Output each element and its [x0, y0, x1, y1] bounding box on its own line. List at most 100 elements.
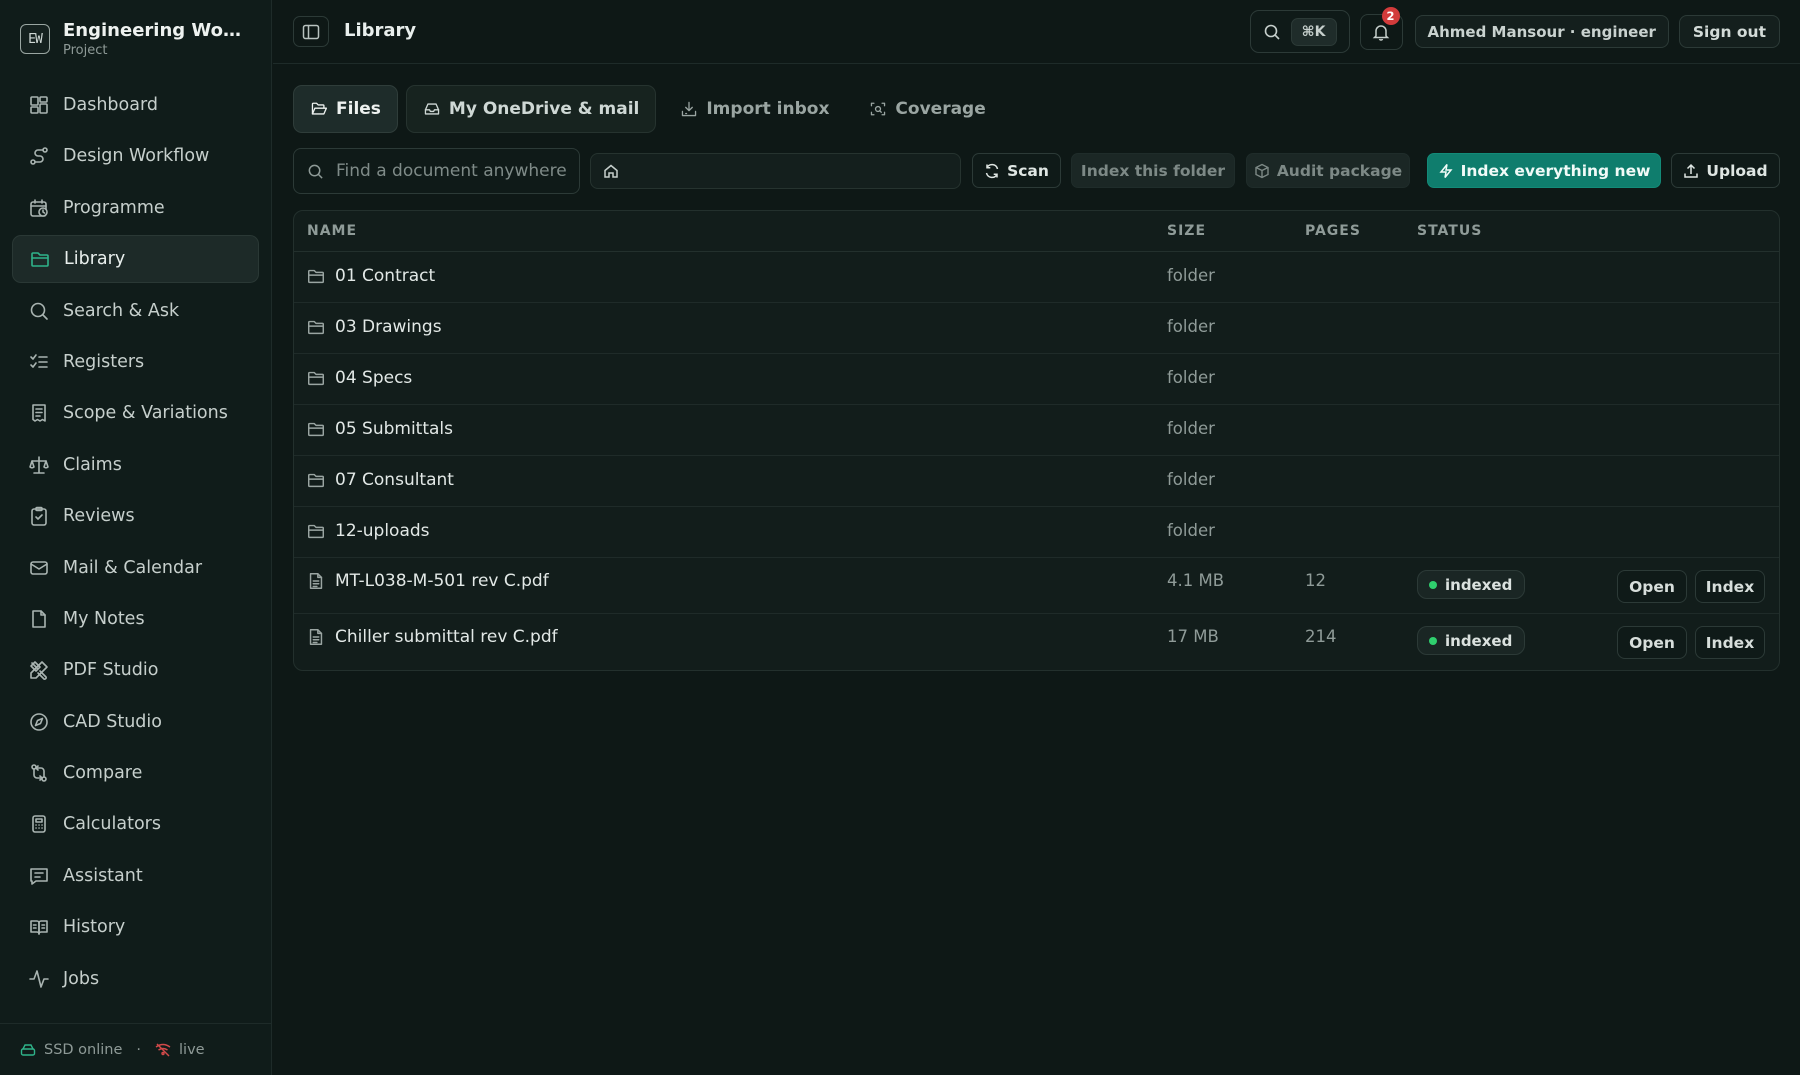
- shortcut-hint: ⌘K: [1290, 17, 1337, 46]
- row-size: folder: [1167, 419, 1215, 438]
- table-row[interactable]: 12-uploads folder: [294, 507, 1779, 558]
- index-button[interactable]: Index: [1695, 570, 1765, 603]
- document-search-input[interactable]: [336, 161, 576, 181]
- sidebar-item-mail-calendar[interactable]: Mail & Calendar: [12, 544, 259, 592]
- table-row[interactable]: 07 Consultant folder: [294, 456, 1779, 507]
- index-everything-button[interactable]: Index everything new: [1427, 153, 1661, 188]
- row-pages: 214: [1305, 627, 1337, 646]
- sidebar-item-label: Assistant: [63, 865, 143, 886]
- row-name[interactable]: 05 Submittals: [306, 419, 453, 439]
- receipt-icon: [28, 402, 50, 424]
- row-size: folder: [1167, 266, 1215, 285]
- column-header-pages[interactable]: PAGES: [1305, 223, 1361, 239]
- row-size: folder: [1167, 317, 1215, 336]
- folder-open-icon: [310, 100, 328, 118]
- audit-package-button[interactable]: Audit package: [1246, 153, 1410, 188]
- status-footer: SSD online · live: [0, 1023, 272, 1075]
- row-name[interactable]: Chiller submittal rev C.pdf: [306, 627, 558, 647]
- tab-files[interactable]: Files: [293, 85, 398, 133]
- tab-label: Coverage: [895, 99, 986, 119]
- index-folder-button[interactable]: Index this folder: [1071, 153, 1235, 188]
- sidebar-nav: Dashboard Design Workflow Programme Libr…: [12, 81, 259, 1006]
- sidebar-item-search-ask[interactable]: Search & Ask: [12, 287, 259, 335]
- scan-button[interactable]: Scan: [972, 153, 1061, 188]
- table-row[interactable]: 05 Submittals folder: [294, 405, 1779, 456]
- row-name[interactable]: 07 Consultant: [306, 470, 454, 490]
- sign-out-button[interactable]: Sign out: [1678, 15, 1780, 48]
- sidebar-item-history[interactable]: History: [12, 903, 259, 951]
- row-size: 17 MB: [1167, 627, 1219, 646]
- sidebar-item-programme[interactable]: Programme: [12, 184, 259, 232]
- row-name[interactable]: 12-uploads: [306, 521, 430, 541]
- app-title: Engineering Workspace: [63, 20, 248, 41]
- sidebar-item-cad-studio[interactable]: CAD Studio: [12, 698, 259, 746]
- sidebar-item-claims[interactable]: Claims: [12, 441, 259, 489]
- upload-button[interactable]: Upload: [1671, 153, 1780, 188]
- file-icon: [306, 627, 326, 647]
- sidebar-item-reviews[interactable]: Reviews: [12, 492, 259, 540]
- folder-icon: [306, 266, 326, 286]
- index-everything-label: Index everything new: [1460, 161, 1651, 180]
- tab-import-inbox[interactable]: Import inbox: [664, 85, 845, 133]
- row-name[interactable]: 04 Specs: [306, 368, 412, 388]
- library-tabs: Files My OneDrive & mail Import inbox Co…: [293, 85, 1010, 133]
- inbox-icon: [423, 100, 441, 118]
- sidebar-item-pdf-studio[interactable]: PDF Studio: [12, 646, 259, 694]
- brand[interactable]: EW Engineering Workspace Project: [20, 20, 248, 58]
- tab-label: My OneDrive & mail: [448, 99, 640, 119]
- sidebar-item-label: Scope & Variations: [63, 403, 228, 424]
- tab-coverage[interactable]: Coverage: [853, 85, 1001, 133]
- folder-path-breadcrumb[interactable]: [590, 153, 961, 189]
- row-name-label: MT-L038-M-501 rev C.pdf: [335, 571, 549, 591]
- sidebar-item-library[interactable]: Library: [12, 235, 259, 284]
- index-button[interactable]: Index: [1695, 626, 1765, 659]
- table-row[interactable]: MT-L038-M-501 rev C.pdf 4.1 MB 12 indexed…: [294, 558, 1779, 614]
- table-row[interactable]: 03 Drawings folder: [294, 303, 1779, 354]
- sidebar-item-assistant[interactable]: Assistant: [12, 852, 259, 900]
- live-status: live: [179, 1041, 205, 1058]
- sidebar-item-compare[interactable]: Compare: [12, 749, 259, 797]
- sidebar-item-scope-variations[interactable]: Scope & Variations: [12, 389, 259, 437]
- table-row[interactable]: Chiller submittal rev C.pdf 17 MB 214 ind…: [294, 614, 1779, 670]
- sidebar-item-registers[interactable]: Registers: [12, 338, 259, 386]
- open-button[interactable]: Open: [1617, 570, 1687, 603]
- panel-left-icon: [302, 23, 320, 41]
- storage-status: SSD online: [44, 1041, 123, 1058]
- row-name[interactable]: MT-L038-M-501 rev C.pdf: [306, 571, 549, 591]
- column-header-name[interactable]: NAME: [307, 223, 357, 239]
- sidebar-item-label: Reviews: [63, 506, 135, 527]
- sidebar-item-calculators[interactable]: Calculators: [12, 800, 259, 848]
- upload-label: Upload: [1706, 161, 1768, 180]
- message-icon: [28, 865, 50, 887]
- sidebar-item-my-notes[interactable]: My Notes: [12, 595, 259, 643]
- tab-my-onedrive-mail[interactable]: My OneDrive & mail: [405, 85, 657, 133]
- row-name[interactable]: 03 Drawings: [306, 317, 442, 337]
- status-dot: [1429, 580, 1437, 589]
- sidebar-toggle-button[interactable]: [293, 16, 329, 47]
- files-table: NAME SIZE PAGES STATUS 01 Contract folde…: [293, 210, 1780, 671]
- app-subtitle: Project: [63, 43, 108, 58]
- sidebar-item-jobs[interactable]: Jobs: [12, 955, 259, 1003]
- folder-icon: [306, 317, 326, 337]
- sidebar-item-label: PDF Studio: [63, 660, 159, 681]
- command-search-button[interactable]: ⌘K: [1249, 10, 1350, 53]
- sidebar-item-dashboard[interactable]: Dashboard: [12, 81, 259, 129]
- sidebar-item-design-workflow[interactable]: Design Workflow: [12, 132, 259, 180]
- sidebar: EW Engineering Workspace Project Dashboa…: [0, 0, 272, 1075]
- row-name-label: 05 Submittals: [335, 419, 454, 439]
- table-row[interactable]: 01 Contract folder: [294, 252, 1779, 303]
- row-size: 4.1 MB: [1167, 571, 1225, 590]
- user-menu[interactable]: Ahmed Mansour · engineer: [1414, 15, 1669, 48]
- tab-label: Files: [336, 99, 381, 119]
- column-header-size[interactable]: SIZE: [1167, 223, 1206, 239]
- notifications-button[interactable]: 2: [1359, 6, 1403, 50]
- table-row[interactable]: 04 Specs folder: [294, 354, 1779, 405]
- open-button[interactable]: Open: [1617, 626, 1687, 659]
- row-name[interactable]: 01 Contract: [306, 266, 435, 286]
- calendar-clock-icon: [28, 197, 50, 219]
- column-header-status[interactable]: STATUS: [1417, 223, 1482, 239]
- sidebar-item-label: Calculators: [63, 814, 161, 835]
- search-icon: [307, 163, 324, 180]
- row-name-label: 03 Drawings: [335, 317, 442, 337]
- sidebar-item-label: Mail & Calendar: [63, 557, 203, 578]
